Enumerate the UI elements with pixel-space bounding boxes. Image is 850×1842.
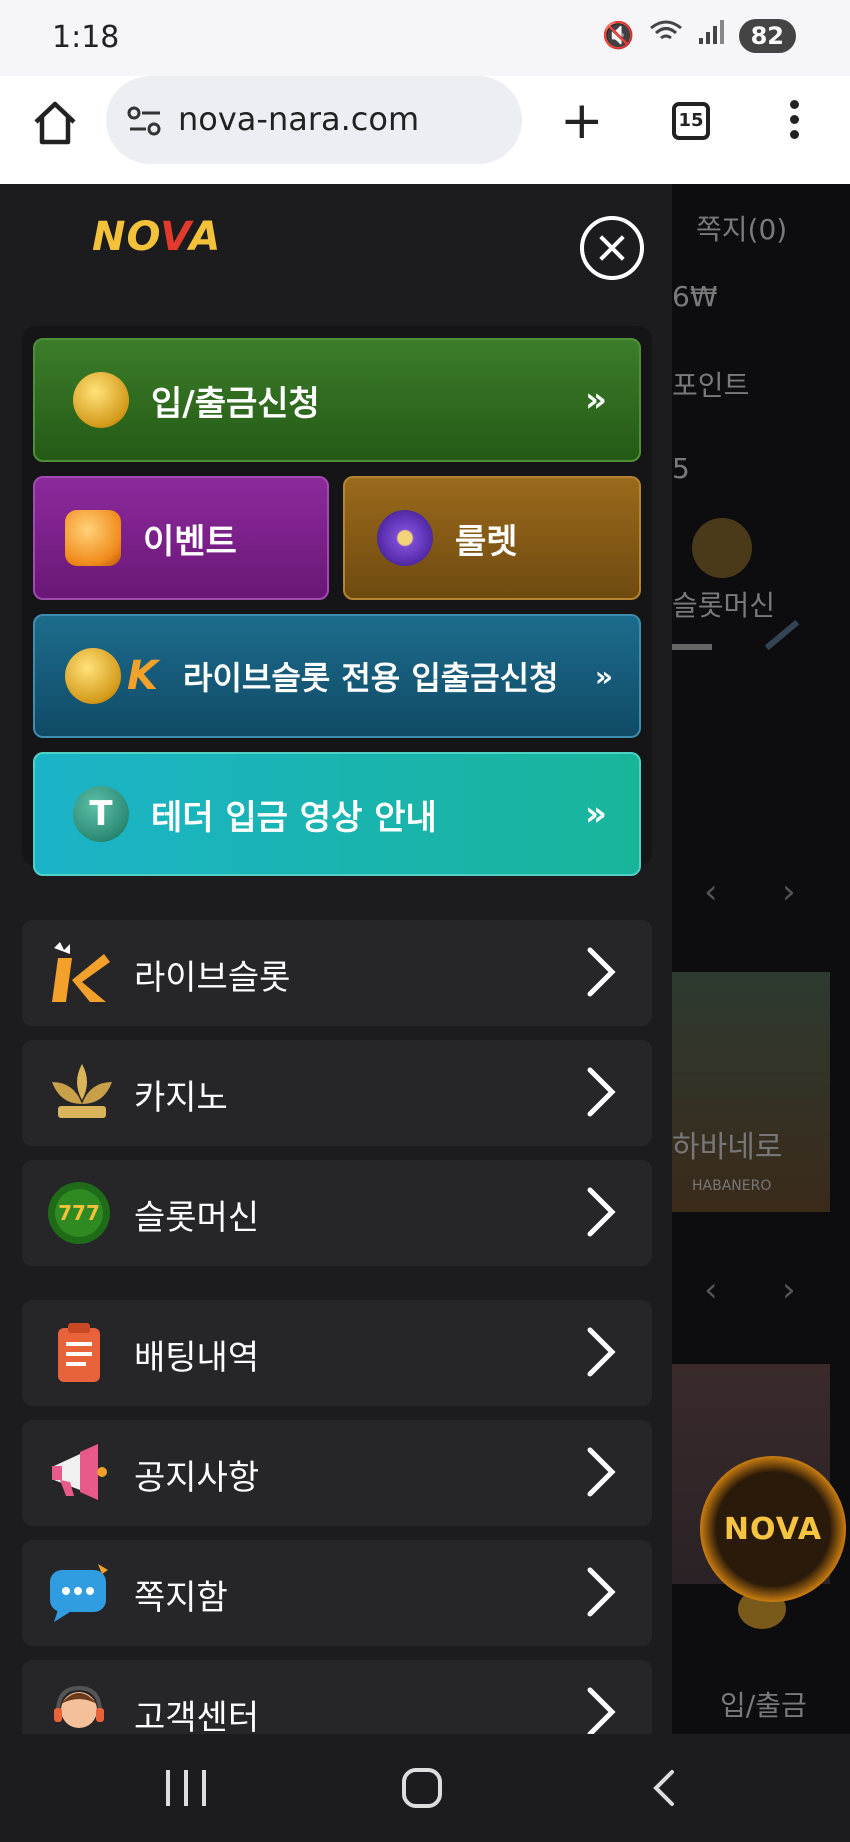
nova-logo: NOVA: [92, 214, 221, 260]
deposit-withdraw-button[interactable]: 입/출금신청 »: [33, 338, 641, 462]
tether-guide-button[interactable]: T 테더 입금 영상 안내 »: [33, 752, 641, 876]
menu-label-slot-machine: 슬롯머신: [134, 1198, 260, 1238]
signal-icon: [697, 18, 725, 53]
more-menu-icon[interactable]: [788, 100, 800, 144]
roulette-wheel-icon: [377, 510, 433, 566]
event-label: 이벤트: [143, 521, 237, 562]
close-icon[interactable]: [580, 216, 644, 280]
home-icon[interactable]: [30, 98, 80, 148]
side-drawer: NOVA 입/출금신청 » 이벤트 룰렛 K 라이브슬롯 전용 입출금신청 » …: [0, 184, 672, 1734]
status-time: 1:18: [52, 20, 120, 55]
menu-item-betting-history[interactable]: 배팅내역: [22, 1300, 652, 1406]
slot-category-icon: [692, 518, 752, 578]
slot-tab-fragment: 슬롯머신: [672, 589, 776, 622]
level-fragment: 5: [672, 452, 690, 485]
game-thumbnail: 하바네로 HABANERO: [672, 972, 830, 1212]
status-bar: 1:18 🔇 82: [0, 0, 850, 76]
points-fragment: 포인트: [672, 369, 750, 402]
tab-indicator-secondary: [764, 619, 800, 651]
nova-floating-button[interactable]: NOVA: [700, 1456, 846, 1602]
carousel-prev-icon: ‹: [704, 872, 718, 912]
menu-item-casino[interactable]: 카지노: [22, 1040, 652, 1146]
menu-label-casino: 카지노: [134, 1078, 228, 1118]
chevron-right-icon: [586, 1566, 616, 1618]
chevron-right-icon: [586, 1446, 616, 1498]
777-slots-icon: 777: [46, 1180, 112, 1246]
logo-left: NO: [92, 214, 161, 260]
chevron-right-icon: [586, 946, 616, 998]
menu-label-notice: 공지사항: [134, 1458, 260, 1498]
roulette-label: 룰렛: [455, 521, 518, 562]
live-slot-deposit-button[interactable]: K 라이브슬롯 전용 입출금신청 »: [33, 614, 641, 738]
game-provider: HABANERO: [692, 1178, 772, 1194]
event-button[interactable]: 이벤트: [33, 476, 329, 600]
clipboard-icon: [46, 1320, 112, 1386]
quick-actions-panel: 입/출금신청 » 이벤트 룰렛 K 라이브슬롯 전용 입출금신청 » T 테더 …: [22, 326, 652, 876]
menu-label-inbox: 쪽지함: [134, 1578, 228, 1618]
k-logo-icon: [46, 940, 112, 1006]
menu-item-customer-center[interactable]: 고객센터: [22, 1660, 652, 1734]
url-text: nova-nara.com: [178, 100, 420, 138]
recent-apps-icon[interactable]: [166, 1770, 206, 1806]
address-bar[interactable]: nova-nara.com: [106, 76, 522, 164]
browser-toolbar: nova-nara.com + 15: [0, 76, 850, 184]
site-settings-icon[interactable]: [126, 104, 164, 138]
coin-bag-icon: [65, 648, 121, 704]
status-icons: 🔇 82: [602, 18, 796, 53]
double-chevron-icon: »: [585, 380, 607, 420]
tab-indicator: [672, 644, 712, 650]
chevron-right-icon: [586, 1186, 616, 1238]
double-chevron-icon-2: »: [594, 659, 613, 693]
live-slot-deposit-label: 라이브슬롯 전용 입출금신청: [183, 659, 559, 697]
roulette-button[interactable]: 룰렛: [343, 476, 641, 600]
chevron-right-icon: [586, 1066, 616, 1118]
carousel-prev-icon-2: ‹: [704, 1270, 718, 1310]
k-logo-icon: K: [127, 653, 158, 699]
menu-item-slot-machine[interactable]: 777 슬롯머신: [22, 1160, 652, 1266]
game-title-fragment: 하바네로: [672, 1130, 783, 1165]
menu-item-inbox[interactable]: 쪽지함: [22, 1540, 652, 1646]
tether-icon: T: [73, 786, 129, 842]
messages-link: 쪽지(0): [696, 213, 788, 246]
wifi-icon: [649, 18, 683, 53]
megaphone-icon: [46, 1440, 112, 1506]
back-nav-icon[interactable]: [644, 1768, 684, 1808]
tether-guide-label: 테더 입금 영상 안내: [151, 797, 437, 838]
kslot-lotus-icon: [46, 1060, 112, 1126]
battery-indicator: 82: [738, 18, 796, 53]
deposit-withdraw-label: 입/출금신청: [151, 383, 320, 424]
support-agent-icon: [46, 1680, 112, 1734]
menu-label-customer-center: 고객센터: [134, 1698, 260, 1734]
carousel-next-icon: ›: [782, 872, 796, 912]
svg-text:777: 777: [58, 1201, 100, 1225]
menu-item-notice[interactable]: 공지사항: [22, 1420, 652, 1526]
mute-icon: 🔇: [602, 20, 635, 51]
logo-right: A: [189, 214, 222, 260]
menu-label-betting-history: 배팅내역: [134, 1338, 260, 1378]
gift-box-icon: [65, 510, 121, 566]
balance-fragment: 6₩: [672, 280, 718, 313]
logo-middle: V: [160, 214, 190, 260]
chevron-right-icon: [586, 1686, 616, 1734]
chevron-right-icon: [586, 1326, 616, 1378]
system-nav-bar: [0, 1734, 850, 1842]
chat-bubble-icon: [46, 1560, 112, 1626]
carousel-next-icon-2: ›: [782, 1270, 796, 1310]
tab-switcher-button[interactable]: 15: [672, 102, 710, 140]
coin-stack-icon: [73, 372, 129, 428]
new-tab-icon[interactable]: +: [560, 95, 604, 147]
bottom-tab-deposit: 입/출금: [720, 1689, 807, 1722]
menu-label-live-slot: 라이브슬롯: [134, 958, 291, 998]
home-nav-icon[interactable]: [402, 1768, 442, 1808]
menu-item-live-slot[interactable]: 라이브슬롯: [22, 920, 652, 1026]
double-chevron-icon-3: »: [585, 794, 607, 834]
